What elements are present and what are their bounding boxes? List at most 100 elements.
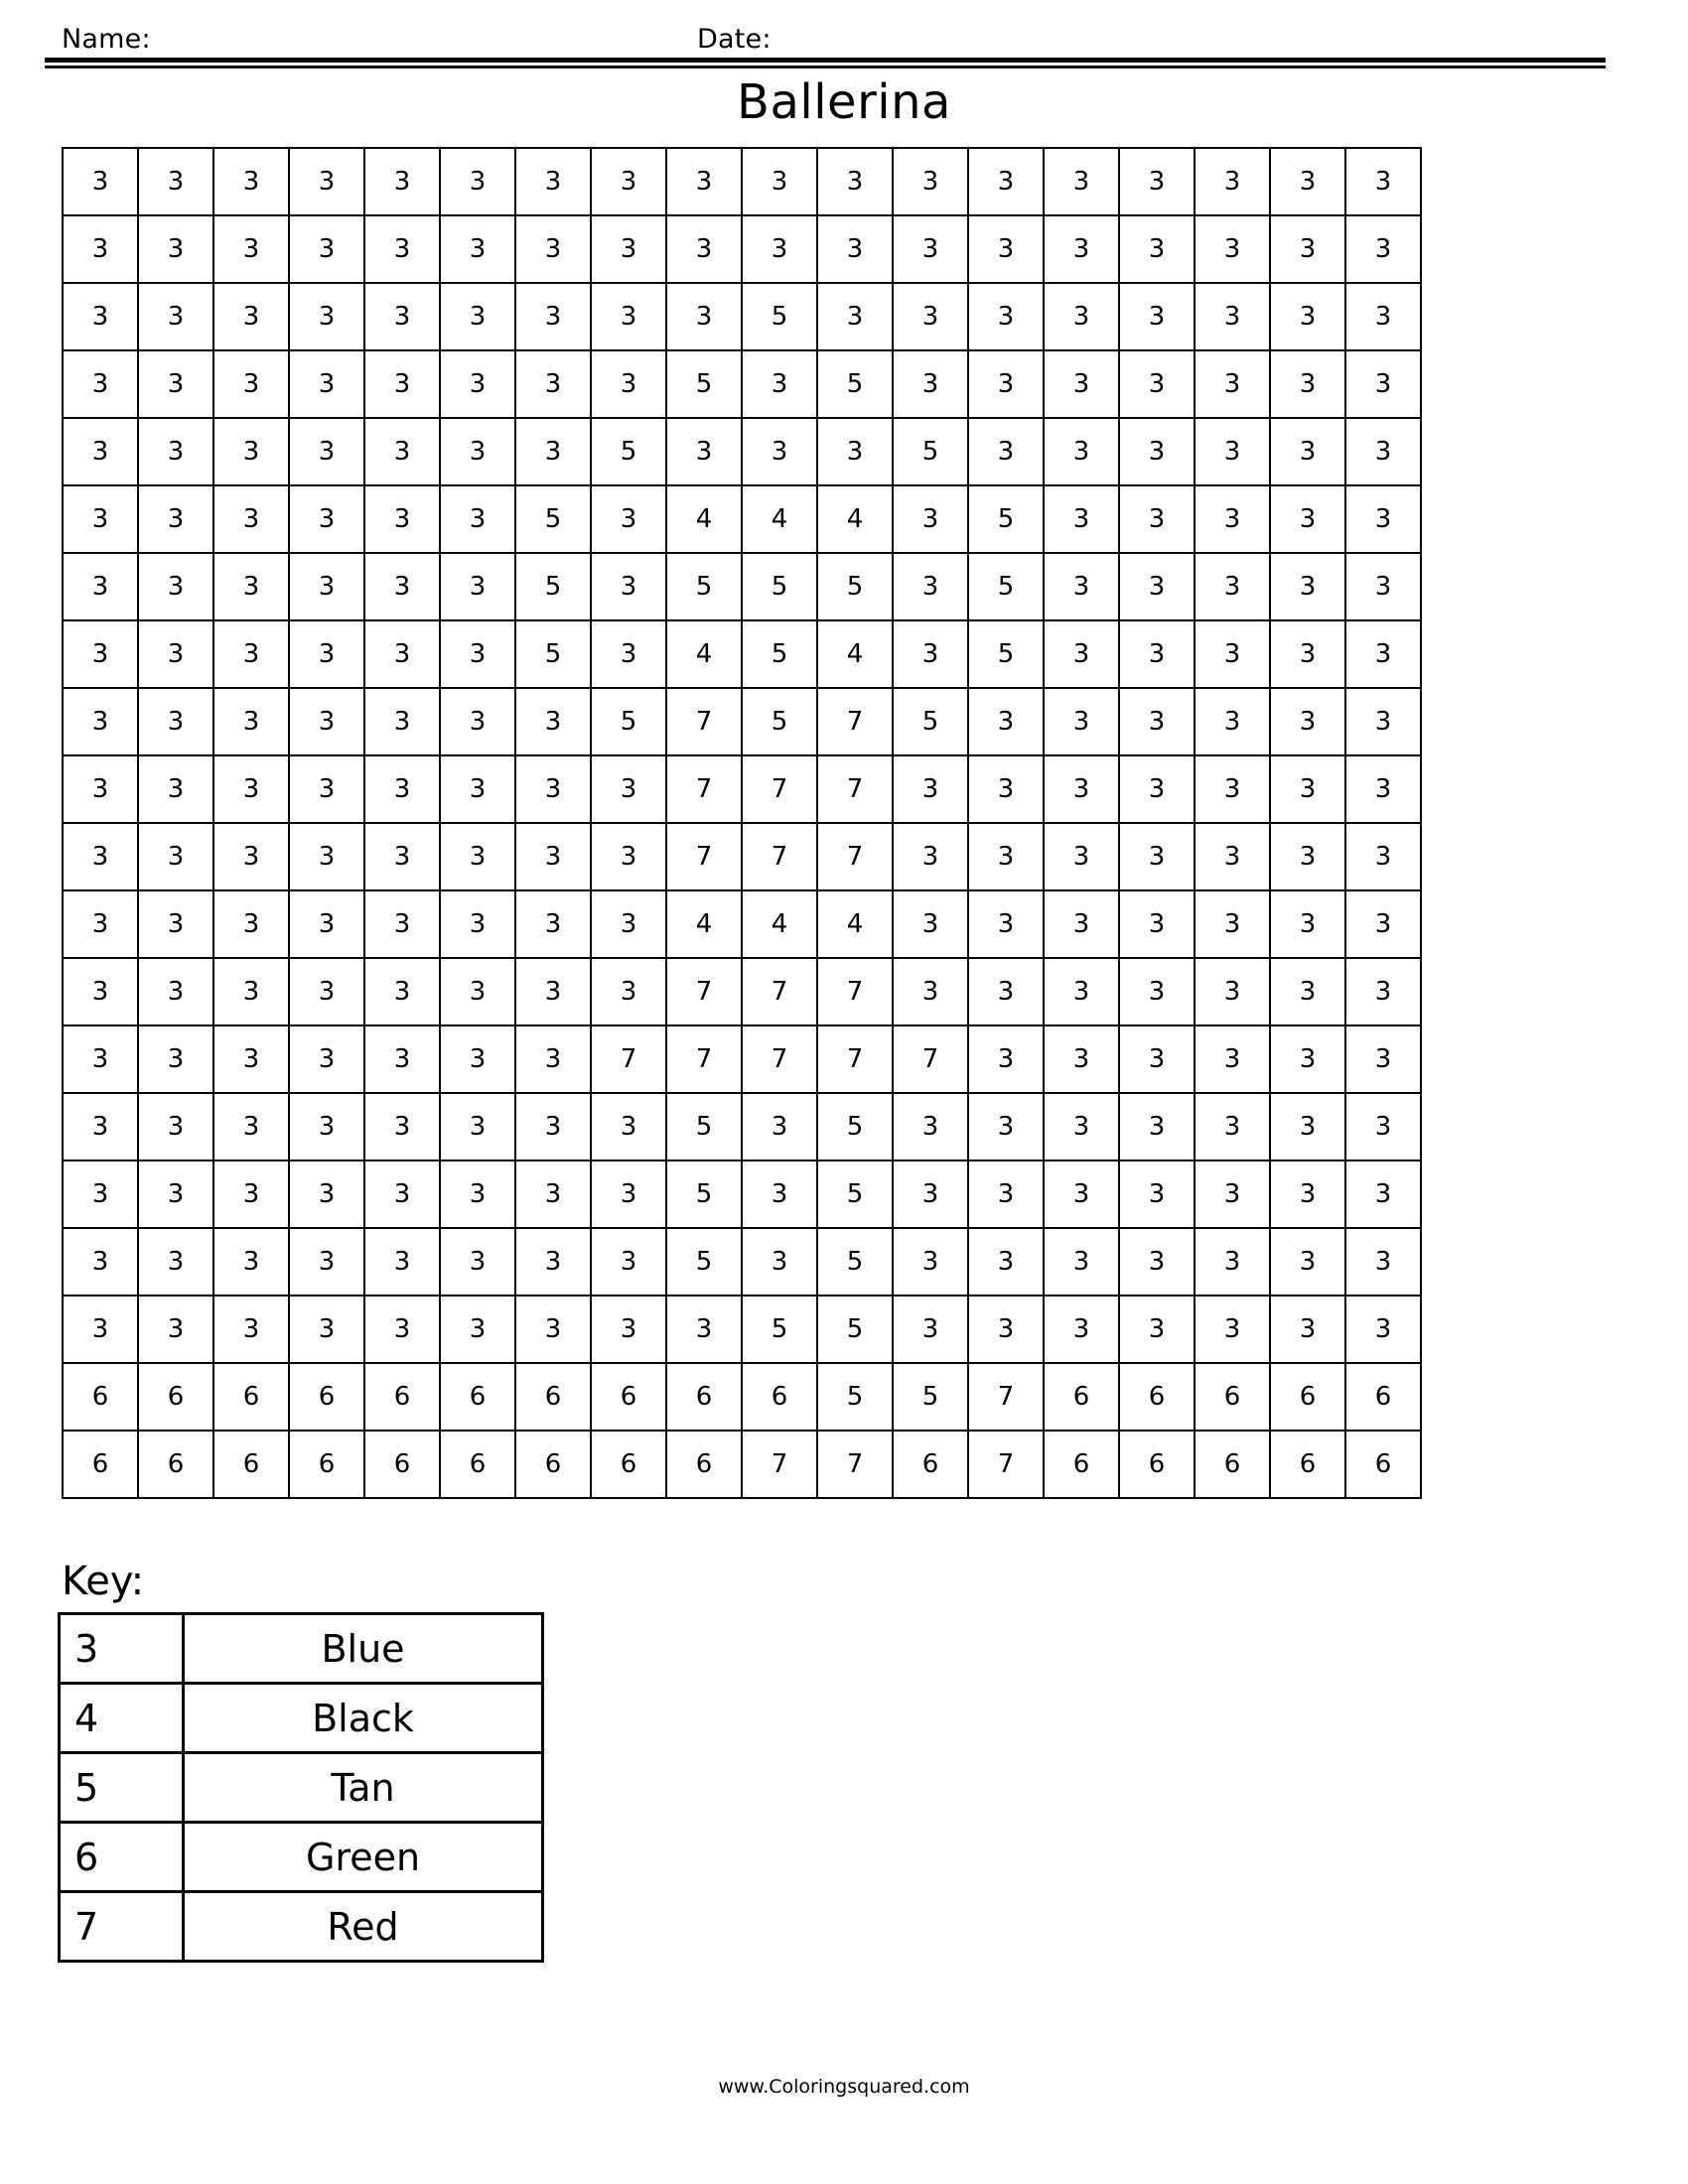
grid-cell[interactable]: 3: [62, 484, 139, 554]
grid-cell[interactable]: 3: [212, 1295, 290, 1364]
grid-cell[interactable]: 7: [816, 957, 894, 1026]
grid-cell[interactable]: 5: [741, 687, 818, 756]
grid-cell[interactable]: 3: [212, 1024, 290, 1094]
grid-cell[interactable]: 3: [1043, 957, 1120, 1026]
grid-cell[interactable]: 3: [1118, 349, 1196, 419]
grid-cell[interactable]: 3: [590, 349, 667, 419]
grid-cell[interactable]: 5: [590, 417, 667, 486]
grid-cell[interactable]: 5: [816, 1160, 894, 1229]
grid-cell[interactable]: 5: [816, 552, 894, 621]
grid-cell[interactable]: 3: [514, 349, 592, 419]
grid-cell[interactable]: 3: [590, 1227, 667, 1297]
grid-cell[interactable]: 3: [1194, 822, 1271, 891]
grid-cell[interactable]: 3: [892, 754, 969, 824]
grid-cell[interactable]: 3: [62, 349, 139, 419]
grid-cell[interactable]: 6: [1344, 1430, 1422, 1499]
grid-cell[interactable]: 3: [665, 214, 743, 284]
grid-cell[interactable]: 3: [363, 822, 441, 891]
grid-cell[interactable]: 6: [514, 1362, 592, 1432]
grid-cell[interactable]: 3: [439, 619, 516, 689]
grid-cell[interactable]: 3: [1118, 619, 1196, 689]
grid-cell[interactable]: 6: [514, 1430, 592, 1499]
grid-cell[interactable]: 3: [288, 1092, 365, 1161]
grid-cell[interactable]: 3: [137, 822, 214, 891]
grid-cell[interactable]: 3: [1118, 214, 1196, 284]
grid-cell[interactable]: 4: [816, 619, 894, 689]
grid-cell[interactable]: 3: [1194, 754, 1271, 824]
grid-cell[interactable]: 7: [816, 687, 894, 756]
grid-cell[interactable]: 3: [590, 484, 667, 554]
grid-cell[interactable]: 3: [212, 1160, 290, 1229]
grid-cell[interactable]: 4: [816, 484, 894, 554]
grid-cell[interactable]: 3: [741, 147, 818, 216]
grid-cell[interactable]: 3: [1118, 822, 1196, 891]
grid-cell[interactable]: 3: [1118, 282, 1196, 351]
grid-cell[interactable]: 3: [1194, 349, 1271, 419]
grid-cell[interactable]: 3: [439, 484, 516, 554]
grid-cell[interactable]: 6: [62, 1430, 139, 1499]
grid-cell[interactable]: 6: [1043, 1362, 1120, 1432]
grid-cell[interactable]: 3: [816, 214, 894, 284]
grid-cell[interactable]: 3: [212, 889, 290, 959]
grid-cell[interactable]: 3: [892, 484, 969, 554]
grid-cell[interactable]: 3: [439, 822, 516, 891]
grid-cell[interactable]: 3: [967, 889, 1045, 959]
grid-cell[interactable]: 3: [1344, 417, 1422, 486]
grid-cell[interactable]: 3: [816, 417, 894, 486]
grid-cell[interactable]: 3: [892, 349, 969, 419]
grid-cell[interactable]: 3: [741, 417, 818, 486]
grid-cell[interactable]: 3: [816, 282, 894, 351]
grid-cell[interactable]: 6: [1043, 1430, 1120, 1499]
grid-cell[interactable]: 3: [62, 957, 139, 1026]
grid-cell[interactable]: 3: [590, 1092, 667, 1161]
grid-cell[interactable]: 3: [1118, 889, 1196, 959]
grid-cell[interactable]: 6: [137, 1430, 214, 1499]
grid-cell[interactable]: 3: [137, 484, 214, 554]
grid-cell[interactable]: 3: [1269, 417, 1346, 486]
grid-cell[interactable]: 3: [1118, 1160, 1196, 1229]
grid-cell[interactable]: 3: [62, 214, 139, 284]
grid-cell[interactable]: 3: [288, 552, 365, 621]
grid-cell[interactable]: 3: [1043, 687, 1120, 756]
grid-cell[interactable]: 3: [212, 552, 290, 621]
grid-cell[interactable]: 3: [967, 1227, 1045, 1297]
grid-cell[interactable]: 3: [363, 282, 441, 351]
grid-cell[interactable]: 7: [892, 1024, 969, 1094]
grid-cell[interactable]: 3: [514, 147, 592, 216]
grid-cell[interactable]: 5: [514, 552, 592, 621]
grid-cell[interactable]: 6: [212, 1430, 290, 1499]
grid-cell[interactable]: 3: [514, 1227, 592, 1297]
grid-cell[interactable]: 5: [741, 282, 818, 351]
grid-cell[interactable]: 3: [1344, 552, 1422, 621]
grid-cell[interactable]: 3: [1344, 889, 1422, 959]
grid-cell[interactable]: 3: [363, 147, 441, 216]
grid-cell[interactable]: 7: [665, 687, 743, 756]
grid-cell[interactable]: 3: [514, 822, 592, 891]
grid-cell[interactable]: 3: [288, 484, 365, 554]
grid-cell[interactable]: 3: [1043, 552, 1120, 621]
grid-cell[interactable]: 3: [1118, 1227, 1196, 1297]
grid-cell[interactable]: 3: [1269, 1092, 1346, 1161]
grid-cell[interactable]: 3: [1269, 1295, 1346, 1364]
grid-cell[interactable]: 3: [439, 1295, 516, 1364]
grid-cell[interactable]: 6: [892, 1430, 969, 1499]
grid-cell[interactable]: 6: [439, 1430, 516, 1499]
grid-cell[interactable]: 4: [665, 484, 743, 554]
grid-cell[interactable]: 3: [363, 754, 441, 824]
grid-cell[interactable]: 3: [967, 1295, 1045, 1364]
grid-cell[interactable]: 3: [590, 822, 667, 891]
grid-cell[interactable]: 6: [1194, 1362, 1271, 1432]
grid-cell[interactable]: 3: [363, 484, 441, 554]
grid-cell[interactable]: 3: [62, 1160, 139, 1229]
grid-cell[interactable]: 5: [892, 1362, 969, 1432]
grid-cell[interactable]: 3: [439, 957, 516, 1026]
grid-cell[interactable]: 3: [1118, 754, 1196, 824]
grid-cell[interactable]: 6: [363, 1362, 441, 1432]
grid-cell[interactable]: 6: [62, 1362, 139, 1432]
grid-cell[interactable]: 3: [1118, 484, 1196, 554]
grid-cell[interactable]: 7: [665, 957, 743, 1026]
grid-cell[interactable]: 7: [665, 822, 743, 891]
grid-cell[interactable]: 3: [967, 1160, 1045, 1229]
grid-cell[interactable]: 5: [514, 619, 592, 689]
grid-cell[interactable]: 3: [62, 1227, 139, 1297]
